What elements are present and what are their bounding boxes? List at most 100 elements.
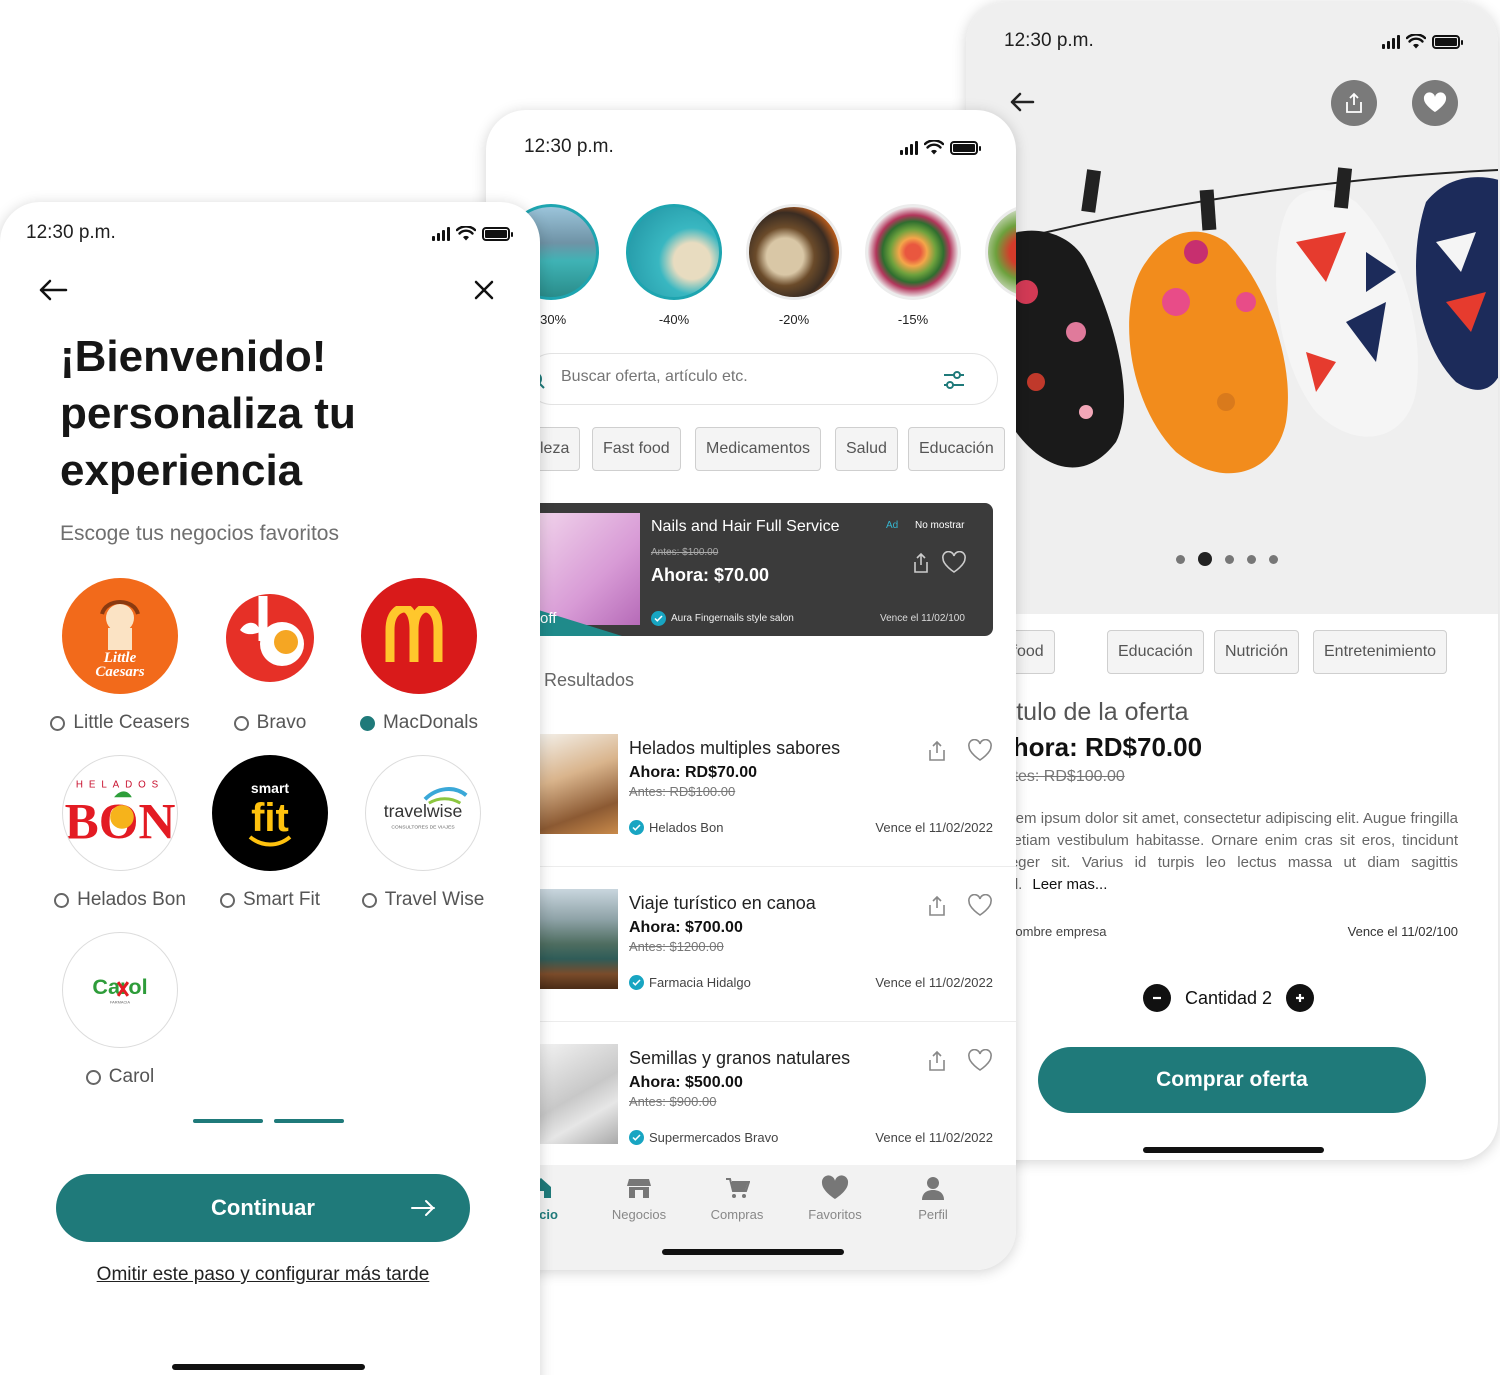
radio-smart-fit[interactable] [219,892,235,908]
favorite-button[interactable] [1412,80,1458,126]
offer-card[interactable]: Viaje turístico en canoa Ahora: $700.00 … [526,867,1016,1022]
onboarding-screen: 12:30 p.m. ¡Bienvenido! personaliza tu e… [0,202,540,1375]
carol-logo-sub: FARMACIA [110,1000,130,1005]
carousel-dot[interactable] [1247,554,1256,564]
radio-carol[interactable] [85,1069,101,1085]
business-option-helados-bon[interactable]: HELADOS BON Helados Bon [35,755,205,911]
verified-icon [629,1130,644,1145]
nav-perfil[interactable]: Perfil [893,1175,973,1222]
decrease-quantity-button[interactable] [1143,984,1171,1012]
minus-icon [1153,996,1161,1000]
travel-wise-logo-sub: CONSULTORES DE VIAJES [391,825,455,831]
offer-price-now: Ahora: RD$70.00 [994,732,1203,762]
radio-mcdonalds[interactable] [359,715,375,731]
offer-card[interactable]: Helados multiples sabores Ahora: RD$70.0… [526,712,1016,867]
status-icons [1382,34,1463,49]
ad-card[interactable]: off Nails and Hair Full Service Ad No mo… [532,503,993,636]
signal-icon [1382,34,1400,49]
story-item[interactable]: -15% [858,204,968,327]
business-option-mcdonalds[interactable]: MacDonals [334,578,504,734]
search-input[interactable] [561,368,921,386]
heart-icon [1423,92,1447,112]
wifi-icon [456,226,476,241]
close-button[interactable] [466,272,502,308]
little-caesars-logo-text-2: Caesars [95,664,144,680]
heart-icon[interactable] [967,894,993,918]
helados-bon-logo-sub: HELADOS [76,779,164,790]
back-button[interactable] [35,272,71,308]
offer-image-ice-cream [540,734,618,834]
category-chip[interactable]: Fast food [592,427,681,471]
business-option-bravo[interactable]: Bravo [185,578,355,734]
offer-price-before: Antes: $1200.00 [629,939,724,954]
offer-detail-screen: 12:30 p.m. Fast food Educación Nutrición… [966,2,1498,1160]
filter-icon[interactable] [942,369,966,391]
offer-vendor-name: Helados Bon [649,820,724,835]
business-option-travel-wise[interactable]: travelwise CONSULTORES DE VIAJES Travel … [338,755,508,911]
nav-label: Negocios [611,1207,667,1222]
ad-image [532,513,640,625]
travel-wise-logo-text: travelwise [384,801,463,821]
business-option-carol[interactable]: Carol FARMACIA Carol [35,932,205,1088]
category-chip[interactable]: Entretenimiento [1313,630,1448,674]
story-item[interactable]: -20% [739,204,849,327]
verified-icon [629,975,644,990]
nav-label: Perfil [918,1207,948,1222]
heart-icon[interactable] [967,739,993,763]
share-icon[interactable] [926,739,948,763]
share-icon[interactable] [926,1049,948,1073]
radio-travel-wise[interactable] [361,892,377,908]
home-indicator [172,1364,365,1370]
offer-expires: Vence el 11/02/2022 [875,1130,993,1145]
carousel-dot[interactable] [1225,554,1234,564]
share-button[interactable] [1331,80,1377,126]
category-chip[interactable]: Educación [908,427,1005,471]
category-chip[interactable]: Salud [835,427,898,471]
buy-offer-button[interactable]: Comprar oferta [1038,1047,1426,1113]
heart-icon[interactable] [941,551,967,575]
little-caesars-logo: Little Caesars [62,578,178,694]
close-icon [474,280,494,300]
offer-vendor-name: Nombre empresa [1006,924,1107,939]
category-chip[interactable]: Nutrición [1214,630,1300,674]
nav-label: Favoritos [808,1207,862,1222]
offer-expires: Vence el 11/02/2022 [875,820,993,835]
signal-icon [900,140,918,155]
continue-label: Continuar [211,1195,315,1220]
business-option-smart-fit[interactable]: smart fit Smart Fit [185,755,355,911]
arrow-right-icon [411,1200,435,1216]
smart-fit-logo-sub: smart [251,780,289,796]
share-icon[interactable] [926,894,948,918]
nav-negocios[interactable]: Negocios [599,1175,679,1222]
skip-link[interactable]: Omitir este paso y configurar más tarde [0,1264,526,1286]
continue-button[interactable]: Continuar [56,1174,470,1242]
story-image-beach [626,204,722,300]
carousel-dot[interactable] [1176,554,1185,564]
offer-price-now: Ahora: $700.00 [629,919,743,936]
business-label: Helados Bon [77,889,186,910]
read-more-link[interactable]: Leer mas... [1032,876,1107,893]
story-discount: -15% [897,312,929,327]
nav-compras[interactable]: Compras [697,1175,777,1222]
status-icons [432,226,513,241]
heart-icon[interactable] [967,1049,993,1073]
carousel-dot[interactable] [1269,554,1278,564]
hide-ad-button[interactable]: No mostrar [915,520,964,531]
category-chip[interactable]: Medicamentos [695,427,822,471]
offer-card[interactable]: Semillas y granos natulares Ahora: $500.… [526,1022,1016,1177]
increase-quantity-button[interactable] [1286,984,1315,1012]
search-bar[interactable] [526,353,998,405]
radio-bravo[interactable] [233,715,249,731]
radio-little-caesars[interactable] [50,715,66,731]
nav-favoritos[interactable]: Favoritos [795,1175,875,1222]
radio-helados-bon[interactable] [54,892,70,908]
business-option-little-caesars[interactable]: Little Caesars Little Ceasers [35,578,205,734]
quantity-label: Cantidad 2 [1185,987,1273,1008]
story-item[interactable]: -40% [619,204,729,327]
story-item[interactable] [978,204,1016,300]
share-icon[interactable] [909,551,933,575]
business-label: Travel Wise [384,889,485,910]
offer-expires: Vence el 11/02/100 [1347,924,1458,939]
category-chip[interactable]: Educación [1107,630,1204,674]
carousel-dot-active[interactable] [1198,552,1212,566]
